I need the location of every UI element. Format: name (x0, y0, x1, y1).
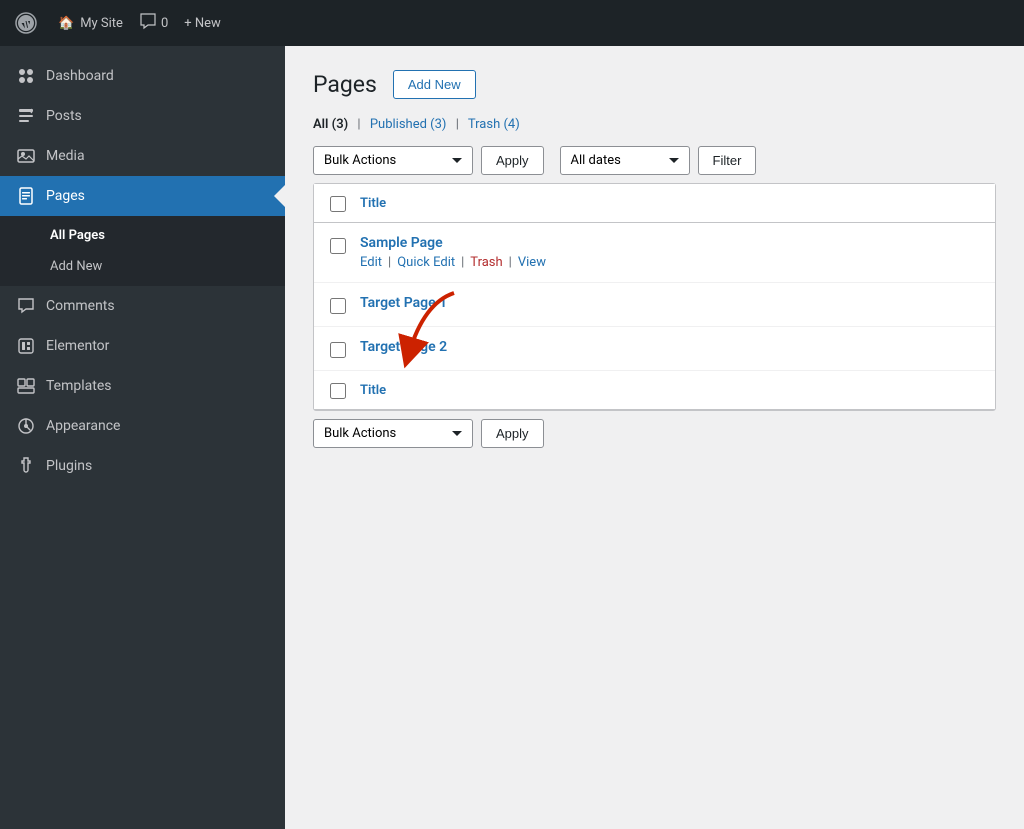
select-all-checkbox[interactable] (330, 196, 346, 212)
row-content-sample-page: Sample Page Edit | Quick Edit | Trash | … (360, 235, 979, 270)
dashboard-icon (16, 66, 36, 86)
sidebar-subitem-add-new[interactable]: Add New (0, 251, 285, 282)
site-name: My Site (80, 16, 123, 31)
bulk-actions-select-top[interactable]: Bulk Actions (313, 146, 473, 175)
view-link-sample-page[interactable]: View (518, 255, 546, 270)
sidebar-item-label: Dashboard (46, 68, 114, 84)
table-footer-row: Title (314, 371, 995, 410)
sidebar-item-pages[interactable]: Pages (0, 176, 285, 216)
add-new-button[interactable]: Add New (393, 70, 476, 99)
comments-icon (139, 12, 157, 34)
plugins-icon (16, 456, 36, 476)
bulk-actions-select-bottom[interactable]: Bulk Actions (313, 419, 473, 448)
sidebar-item-label: Media (46, 148, 85, 164)
row-actions-sample-page: Edit | Quick Edit | Trash | View (360, 255, 979, 270)
apply-button-top[interactable]: Apply (481, 146, 544, 175)
row-checkbox-target-page-1[interactable] (330, 298, 346, 314)
layout: Dashboard Posts (0, 46, 1024, 829)
bulk-actions-chevron-bottom (452, 431, 462, 436)
media-icon (16, 146, 36, 166)
bulk-bar-top: Bulk Actions Apply All dates Filter (313, 146, 996, 175)
sidebar-item-label: Elementor (46, 338, 109, 354)
sidebar-item-posts[interactable]: Posts (0, 96, 285, 136)
sidebar-item-elementor[interactable]: Elementor (0, 326, 285, 366)
dates-select-top[interactable]: All dates (560, 146, 690, 175)
comments-count: 0 (161, 16, 168, 31)
new-menu[interactable]: + New (184, 16, 221, 31)
pages-table: Title Sample Page Edit | Quick Edit | Tr… (313, 183, 996, 411)
page-title-target-page-1[interactable]: Target Page 1 (360, 295, 447, 311)
edit-link-sample-page[interactable]: Edit (360, 255, 382, 270)
row-content-target-page-2: Target Page 2 (360, 339, 979, 355)
topbar: 🏠 My Site 0 + New (0, 0, 1024, 46)
filter-links: All (3) | Published (3) | Trash (4) (313, 117, 996, 132)
trash-link-sample-page[interactable]: Trash (470, 255, 502, 270)
bulk-actions-label-bottom: Bulk Actions (324, 426, 396, 441)
home-icon: 🏠 (58, 16, 74, 31)
row-checkbox-target-page-2[interactable] (330, 342, 346, 358)
sidebar-item-plugins[interactable]: Plugins (0, 446, 285, 486)
comments-link[interactable]: 0 (139, 12, 168, 34)
apply-button-bottom[interactable]: Apply (481, 419, 544, 448)
sidebar-item-label: Appearance (46, 418, 120, 434)
bulk-actions-chevron-top (452, 158, 462, 163)
title-column-footer: Title (360, 383, 386, 398)
sidebar-item-label: Comments (46, 298, 115, 314)
sidebar-item-label: Templates (46, 378, 112, 394)
dates-chevron-top (669, 158, 679, 163)
sidebar-item-label: Plugins (46, 458, 92, 474)
quick-edit-link-sample-page[interactable]: Quick Edit (397, 255, 455, 270)
sidebar-item-label: Pages (46, 188, 85, 204)
dates-label-top: All dates (571, 153, 621, 168)
pages-icon (16, 186, 36, 206)
pages-submenu: All Pages Add New (0, 216, 285, 286)
table-row: Target Page 1 (314, 283, 995, 327)
page-header: Pages Add New (313, 70, 996, 99)
table-row: Sample Page Edit | Quick Edit | Trash | … (314, 223, 995, 283)
sidebar-item-media[interactable]: Media (0, 136, 285, 176)
row-content-target-page-1: Target Page 1 (360, 295, 979, 311)
sidebar-item-dashboard[interactable]: Dashboard (0, 56, 285, 96)
templates-icon (16, 376, 36, 396)
title-column-header: Title (360, 196, 386, 211)
select-all-bottom-checkbox[interactable] (330, 383, 346, 399)
sidebar-item-comments[interactable]: Comments (0, 286, 285, 326)
site-link[interactable]: 🏠 My Site (58, 16, 123, 31)
table-header-row: Title (314, 184, 995, 223)
row-checkbox-sample-page[interactable] (330, 238, 346, 254)
sidebar-item-label: Posts (46, 108, 82, 124)
filter-button-top[interactable]: Filter (698, 146, 757, 175)
appearance-icon (16, 416, 36, 436)
pages-table-wrapper: Title Sample Page Edit | Quick Edit | Tr… (313, 183, 996, 411)
filter-published[interactable]: Published (3) (370, 117, 450, 132)
comments-sidebar-icon (16, 296, 36, 316)
sidebar-item-appearance[interactable]: Appearance (0, 406, 285, 446)
page-title-target-page-2[interactable]: Target Page 2 (360, 339, 447, 355)
filter-trash[interactable]: Trash (4) (468, 117, 520, 132)
new-label: + New (184, 16, 221, 31)
sidebar: Dashboard Posts (0, 46, 285, 829)
bulk-actions-label-top: Bulk Actions (324, 153, 396, 168)
elementor-icon (16, 336, 36, 356)
page-title-sample-page[interactable]: Sample Page (360, 235, 443, 251)
posts-icon (16, 106, 36, 126)
main-content: Pages Add New All (3) | Published (3) | … (285, 46, 1024, 829)
page-title: Pages (313, 71, 377, 98)
table-row: Target Page 2 (314, 327, 995, 371)
sidebar-item-templates[interactable]: Templates (0, 366, 285, 406)
sidebar-subitem-all-pages[interactable]: All Pages (0, 220, 285, 251)
filter-all[interactable]: All (3) (313, 117, 351, 132)
wp-logo[interactable] (10, 7, 42, 39)
bulk-bar-bottom: Bulk Actions Apply (313, 419, 996, 448)
